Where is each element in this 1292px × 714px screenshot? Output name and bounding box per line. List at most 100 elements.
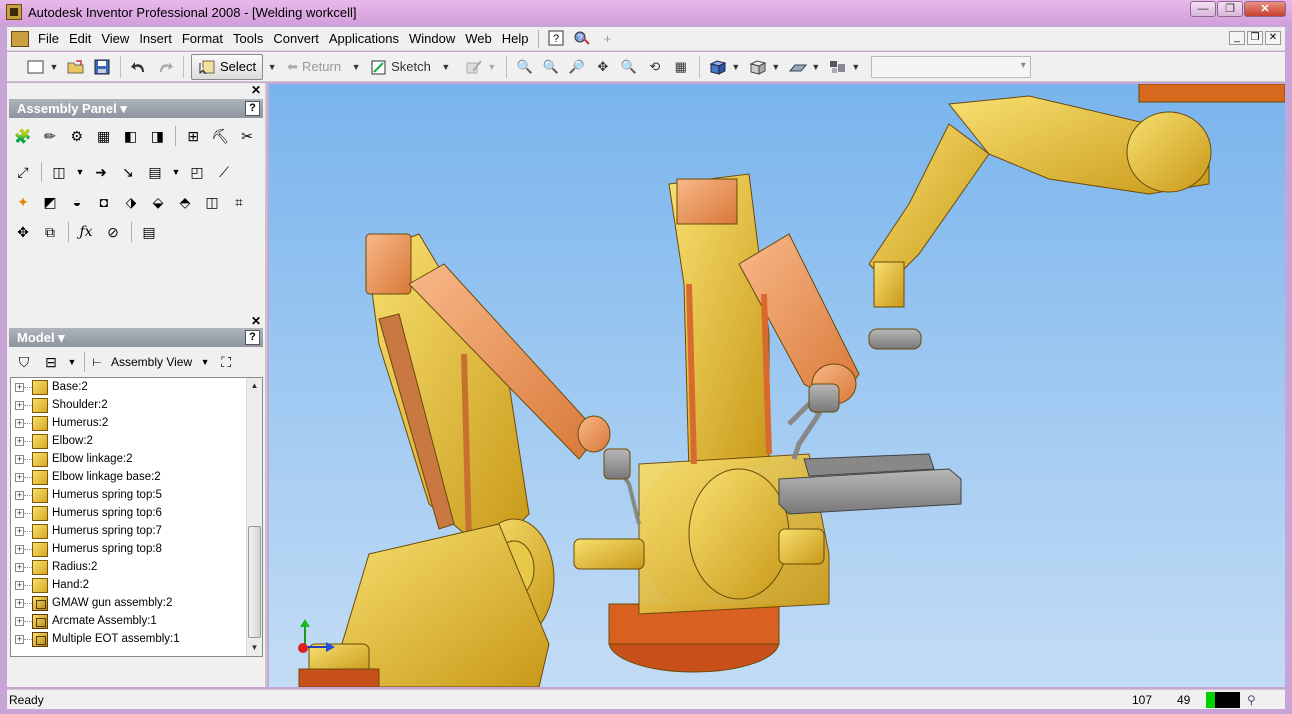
tree-node[interactable]: + Arcmate Assembly:1 xyxy=(11,612,262,630)
camera-view-icon[interactable] xyxy=(747,56,769,78)
select-button[interactable]: Select xyxy=(191,53,264,80)
sketch-dropdown[interactable]: ▼ xyxy=(441,56,451,78)
tree-node[interactable]: + Humerus spring top:5 xyxy=(11,486,262,504)
section-view-icon[interactable]: ◫ xyxy=(48,161,70,183)
expand-node-icon[interactable]: + xyxy=(15,454,24,464)
display-mode-icon[interactable] xyxy=(707,56,729,78)
constraint-icon[interactable]: ⊞ xyxy=(182,125,204,147)
tree-node[interactable]: + Humerus:2 xyxy=(11,414,262,432)
place-component-icon[interactable]: 🧩 xyxy=(12,125,34,147)
tree-node[interactable]: + Radius:2 xyxy=(11,558,262,576)
expand-node-icon[interactable]: + xyxy=(15,436,24,446)
model-panel-help-icon[interactable]: ? xyxy=(245,330,260,345)
look-at-icon[interactable]: ▦ xyxy=(670,56,692,78)
expand-node-icon[interactable]: + xyxy=(15,562,24,572)
copy-component-icon[interactable]: ◨ xyxy=(146,125,168,147)
zoom-icon[interactable]: 🔎 xyxy=(566,56,588,78)
menu-web[interactable]: Web xyxy=(460,28,497,50)
mirror-component-icon[interactable]: ◧ xyxy=(120,125,142,147)
shell-icon[interactable]: ◫ xyxy=(201,191,223,213)
menu-file[interactable]: File xyxy=(33,28,64,50)
tree-node[interactable]: + Humerus spring top:8 xyxy=(11,540,262,558)
expand-node-icon[interactable]: + xyxy=(15,544,24,554)
doc-restore-button[interactable]: ❐ xyxy=(1247,31,1263,45)
pan-icon[interactable]: ✥ xyxy=(592,56,614,78)
chamfer-icon[interactable]: ⬙ xyxy=(147,191,169,213)
document-icon[interactable] xyxy=(11,30,29,47)
expand-node-icon[interactable]: + xyxy=(15,472,24,482)
line-sketch-icon[interactable]: ⟋ xyxy=(213,161,235,183)
tree-node[interactable]: + Elbow:2 xyxy=(11,432,262,450)
fillet-icon[interactable]: ⬘ xyxy=(174,191,196,213)
expand-node-icon[interactable]: + xyxy=(15,418,24,428)
save-icon[interactable] xyxy=(91,56,113,78)
select-dropdown[interactable]: ▼ xyxy=(267,56,277,78)
move-component-icon[interactable]: ✂ xyxy=(236,125,258,147)
menu-help[interactable]: Help xyxy=(497,28,534,50)
inventor-app-icon[interactable] xyxy=(6,4,22,20)
menu-tools[interactable]: Tools xyxy=(228,28,268,50)
work-point-icon[interactable]: ✦ xyxy=(12,191,34,213)
tree-node[interactable]: + Humerus spring top:7 xyxy=(11,522,262,540)
assembly-panel-header[interactable]: Assembly Panel ▾ ? xyxy=(9,99,263,118)
rotate-component-icon[interactable]: ⤢ xyxy=(12,161,34,183)
place-from-content-center-icon[interactable]: ⚙ xyxy=(66,125,88,147)
update-dropdown[interactable]: ▼ xyxy=(487,56,497,78)
style-combo[interactable] xyxy=(870,55,1031,78)
hole-icon[interactable]: ◘ xyxy=(93,191,115,213)
tree-node[interactable]: + Base:2 xyxy=(11,378,262,396)
display-mode-dropdown[interactable]: ▼ xyxy=(731,56,741,78)
replace-component-icon[interactable]: ⛏ xyxy=(209,125,231,147)
tree-node[interactable]: + GMAW gun assembly:2 xyxy=(11,594,262,612)
graphics-viewport[interactable] xyxy=(269,84,1285,687)
expand-node-icon[interactable]: + xyxy=(15,490,24,500)
tree-node[interactable]: + Shoulder:2 xyxy=(11,396,262,414)
camera-view-dropdown[interactable]: ▼ xyxy=(771,56,781,78)
sweep-icon[interactable]: ⬗ xyxy=(120,191,142,213)
find-icon[interactable]: ⛶ xyxy=(215,351,237,373)
tree-node[interactable]: + Humerus spring top:6 xyxy=(11,504,262,522)
tree-node[interactable]: + Hand:2 xyxy=(11,576,262,594)
expand-node-icon[interactable]: + xyxy=(15,508,24,518)
expand-node-icon[interactable]: + xyxy=(15,598,24,608)
demote-icon[interactable]: ◰ xyxy=(186,161,208,183)
revolve-icon[interactable]: ◒ xyxy=(66,191,88,213)
assembly-panel-help-icon[interactable]: ? xyxy=(245,101,260,116)
ground-shadow-dropdown[interactable]: ▼ xyxy=(811,56,821,78)
ucs-icon[interactable]: ⌗ xyxy=(228,191,250,213)
return-dropdown[interactable]: ▼ xyxy=(351,56,361,78)
sketch-button[interactable]: Sketch xyxy=(371,56,431,78)
expand-node-icon[interactable]: + xyxy=(15,580,24,590)
assembly-view-dropdown[interactable]: ▼ xyxy=(200,351,210,373)
menu-convert[interactable]: Convert xyxy=(268,28,324,50)
add-command-icon[interactable]: + xyxy=(598,30,618,48)
ground-shadow-icon[interactable] xyxy=(787,56,809,78)
expand-node-icon[interactable]: + xyxy=(15,526,24,536)
zoom-selected-icon[interactable]: 🔍 xyxy=(618,56,640,78)
expand-node-icon[interactable]: + xyxy=(15,400,24,410)
new-file-dropdown[interactable]: ▼ xyxy=(49,56,59,78)
doc-minimize-button[interactable]: _ xyxy=(1229,31,1245,45)
zoom-all-icon[interactable]: 🔍 xyxy=(514,56,536,78)
expand-node-icon[interactable]: + xyxy=(15,634,24,644)
color-style-dropdown[interactable]: ▼ xyxy=(851,56,861,78)
model-panel-close-button[interactable]: ✕ xyxy=(251,314,261,328)
new-file-icon[interactable] xyxy=(25,56,47,78)
redo-icon[interactable] xyxy=(154,56,176,78)
color-style-icon[interactable] xyxy=(827,56,849,78)
assembly-view-label[interactable]: Assembly View xyxy=(111,355,192,369)
pattern-component-icon[interactable]: ▦ xyxy=(93,125,115,147)
menu-format[interactable]: Format xyxy=(177,28,228,50)
filter-icon[interactable]: ⛉ xyxy=(13,351,35,373)
tree-options-icon[interactable]: ⊟ xyxy=(40,351,62,373)
menu-edit[interactable]: Edit xyxy=(64,28,96,50)
tree-node[interactable]: + Elbow linkage:2 xyxy=(11,450,262,468)
doc-close-button[interactable]: ✕ xyxy=(1265,31,1281,45)
whats-this-help-icon[interactable]: ? xyxy=(572,30,592,48)
parameters-icon[interactable]: ƒx xyxy=(75,221,97,243)
expand-node-icon[interactable]: + xyxy=(15,616,24,626)
zoom-window-icon[interactable]: 🔍 xyxy=(540,56,562,78)
maximize-button[interactable]: ❐ xyxy=(1217,1,1243,17)
return-button[interactable]: ⬅ Return xyxy=(287,56,341,78)
menu-window[interactable]: Window xyxy=(404,28,460,50)
